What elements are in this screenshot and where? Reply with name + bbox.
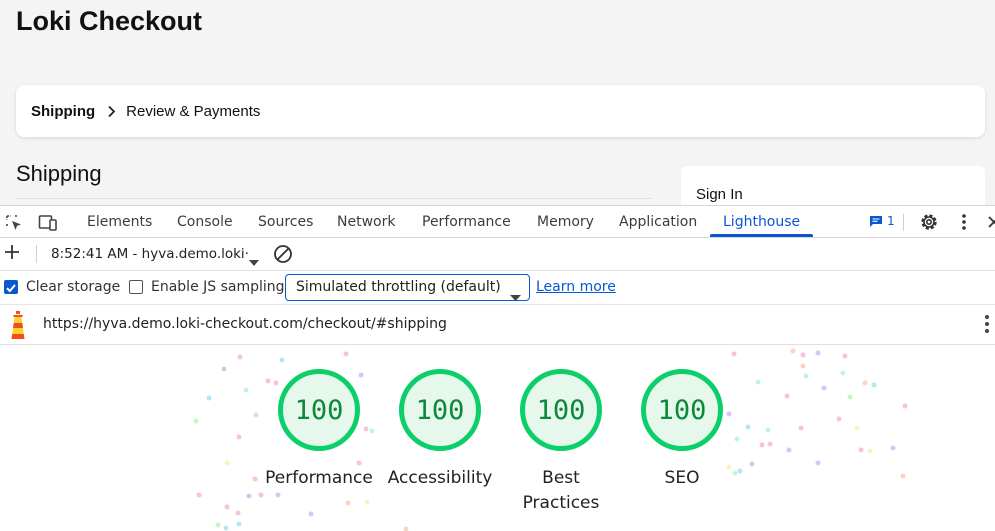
messages-badge[interactable]: 1	[869, 214, 895, 228]
report-url: https://hyva.demo.loki-checkout.com/chec…	[43, 316, 447, 332]
signin-link[interactable]: Sign In	[696, 186, 743, 203]
best-practices-score: 100	[536, 394, 586, 426]
tab-console[interactable]: Console	[177, 206, 233, 238]
tab-elements[interactable]: Elements	[87, 206, 152, 238]
page-title: Loki Checkout	[16, 6, 203, 36]
gear-icon[interactable]	[919, 212, 939, 232]
step-review-payments[interactable]: Review & Payments	[126, 103, 260, 120]
caret-down-icon[interactable]	[249, 251, 259, 270]
lighthouse-logo-icon	[7, 310, 29, 344]
device-toolbar-icon[interactable]	[38, 213, 58, 233]
js-sampling-checkbox[interactable]	[129, 280, 143, 294]
checkout-page: Loki Checkout Shipping Review & Payments…	[0, 0, 995, 205]
accessibility-score-gauge[interactable]: 100	[399, 369, 481, 451]
close-icon[interactable]	[984, 212, 995, 232]
report-url-bar: https://hyva.demo.loki-checkout.com/chec…	[0, 305, 995, 345]
performance-label: Performance	[265, 468, 373, 488]
devtools-tabbar: Elements Console Sources Network Perform…	[0, 205, 995, 238]
kebab-icon[interactable]	[954, 212, 974, 232]
clear-storage-label: Clear storage	[26, 279, 121, 295]
best-practices-label: Best Practices	[522, 468, 600, 513]
tab-memory[interactable]: Memory	[537, 206, 594, 238]
tab-application[interactable]: Application	[619, 206, 697, 238]
message-count: 1	[887, 214, 895, 228]
shipping-heading: Shipping	[16, 161, 102, 186]
best-practices-score-gauge[interactable]: 100	[520, 369, 602, 451]
kebab-icon[interactable]	[984, 313, 990, 337]
step-shipping[interactable]: Shipping	[31, 103, 95, 120]
tab-sources[interactable]: Sources	[258, 206, 313, 238]
seo-score-gauge[interactable]: 100	[641, 369, 723, 451]
js-sampling-label: Enable JS sampling	[151, 279, 285, 295]
active-tab-indicator	[710, 234, 813, 237]
signin-card: Sign In	[681, 166, 985, 205]
select-element-icon[interactable]	[4, 213, 24, 233]
clear-all-icon[interactable]	[273, 244, 293, 268]
clear-storage-checkbox[interactable]	[4, 280, 18, 294]
lighthouse-settings-bar: Clear storage Enable JS sampling Simulat…	[0, 271, 995, 305]
divider	[16, 198, 652, 199]
learn-more-link[interactable]: Learn more	[536, 279, 616, 295]
performance-score-gauge[interactable]: 100	[278, 369, 360, 451]
checkout-steps: Shipping Review & Payments	[16, 85, 985, 137]
tab-performance[interactable]: Performance	[422, 206, 511, 238]
accessibility-score: 100	[415, 394, 465, 426]
score-summary: 100 Performance 100 Accessibility 100 Be…	[0, 345, 995, 531]
new-report-icon[interactable]	[4, 243, 20, 265]
chevron-right-icon	[107, 105, 116, 118]
divider	[903, 214, 904, 231]
devtools-panel: Elements Console Sources Network Perform…	[0, 205, 995, 531]
lighthouse-toolbar: 8:52:41 AM - hyva.demo.loki·	[0, 238, 995, 271]
accessibility-label: Accessibility	[387, 468, 493, 488]
tab-network[interactable]: Network	[337, 206, 395, 238]
performance-score: 100	[294, 394, 344, 426]
report-selector[interactable]: 8:52:41 AM - hyva.demo.loki·	[51, 246, 249, 262]
throttling-select[interactable]: Simulated throttling (default)	[285, 274, 530, 301]
seo-score: 100	[657, 394, 707, 426]
seo-label: SEO	[664, 468, 700, 488]
throttling-value: Simulated throttling (default)	[296, 279, 501, 295]
message-icon	[870, 215, 882, 227]
divider	[36, 245, 37, 263]
